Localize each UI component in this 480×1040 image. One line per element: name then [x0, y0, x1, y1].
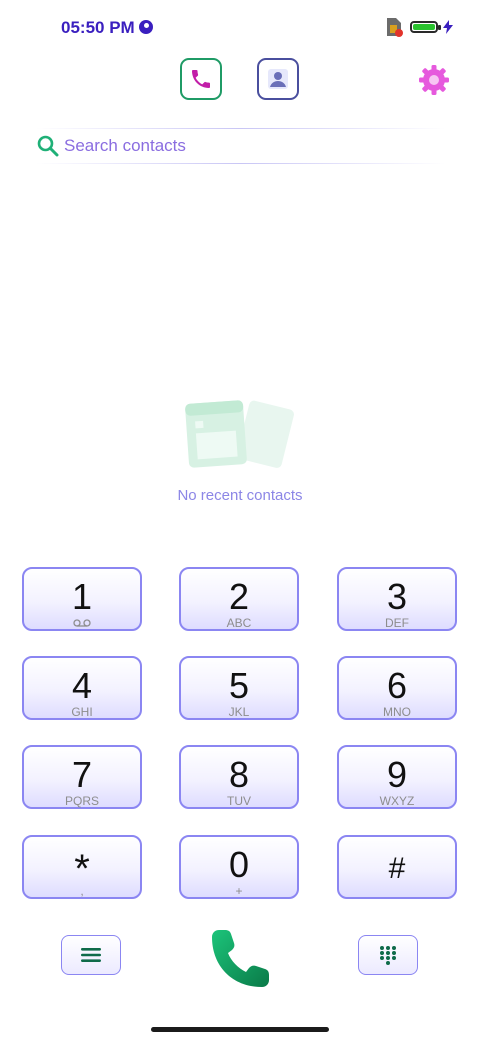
recent-contacts-illustration [185, 400, 294, 468]
menu-icon [81, 948, 101, 962]
search-input[interactable] [64, 132, 434, 160]
voicemail-icon [73, 619, 91, 627]
home-indicator[interactable] [151, 1027, 329, 1032]
dial-key-6[interactable]: 6 MNO [337, 656, 457, 720]
key-letters: + [235, 884, 243, 898]
dialpad-toggle-button[interactable] [358, 935, 418, 975]
key-digit: * [74, 847, 90, 891]
key-digit: 7 [71, 754, 93, 795]
key-letters: TUV [227, 794, 251, 808]
search-icon [37, 135, 59, 157]
dial-key-1[interactable]: 1 [22, 567, 142, 631]
dial-key-9[interactable]: 9 WXYZ [337, 745, 457, 809]
key-digit: 6 [386, 665, 408, 706]
key-digit: 8 [228, 754, 250, 795]
sim-alert-icon [387, 18, 403, 37]
status-bar: 05:50 PM [0, 0, 480, 56]
dial-key-2[interactable]: 2 ABC [179, 567, 299, 631]
key-letters: DEF [385, 616, 409, 630]
dial-key-8[interactable]: 8 TUV [179, 745, 299, 809]
dial-key-5[interactable]: 5 JKL [179, 656, 299, 720]
key-digit: # [388, 852, 406, 885]
battery-level [413, 24, 435, 30]
key-letters: GHI [71, 705, 93, 719]
empty-state-message: No recent contacts [177, 487, 303, 504]
dial-key-star[interactable]: * , [22, 835, 142, 899]
dial-key-0[interactable]: 0 + [179, 835, 299, 899]
key-digit: 2 [228, 576, 250, 617]
key-digit: 9 [386, 754, 408, 795]
phone-icon [192, 70, 210, 88]
key-digit: 1 [71, 576, 93, 617]
status-time: 05:50 PM [61, 18, 135, 37]
call-icon [212, 930, 269, 987]
dial-key-7[interactable]: 7 PQRS [22, 745, 142, 809]
tab-contacts[interactable] [257, 58, 299, 100]
key-digit: 5 [228, 665, 250, 706]
person-icon [268, 69, 288, 89]
key-letters: PQRS [64, 794, 99, 808]
key-digit: 3 [386, 576, 408, 617]
gear-icon[interactable] [418, 64, 450, 96]
key-letters: , [80, 884, 84, 898]
dial-key-4[interactable]: 4 GHI [22, 656, 142, 720]
key-digit: 4 [71, 665, 93, 706]
dial-key-hash[interactable]: # [337, 835, 457, 899]
key-letters: JKL [228, 705, 250, 719]
tab-phone[interactable] [180, 58, 222, 100]
call-button[interactable] [208, 928, 272, 988]
data-saver-icon [139, 20, 153, 34]
charging-icon [443, 20, 453, 34]
search-bar [36, 128, 446, 164]
dial-key-3[interactable]: 3 DEF [337, 567, 457, 631]
key-digit: 0 [228, 844, 250, 885]
battery-icon [410, 21, 441, 33]
key-letters: MNO [383, 705, 411, 719]
key-letters: WXYZ [379, 794, 415, 808]
menu-button[interactable] [61, 935, 121, 975]
key-letters: ABC [226, 616, 252, 630]
dialpad-icon [380, 946, 396, 965]
